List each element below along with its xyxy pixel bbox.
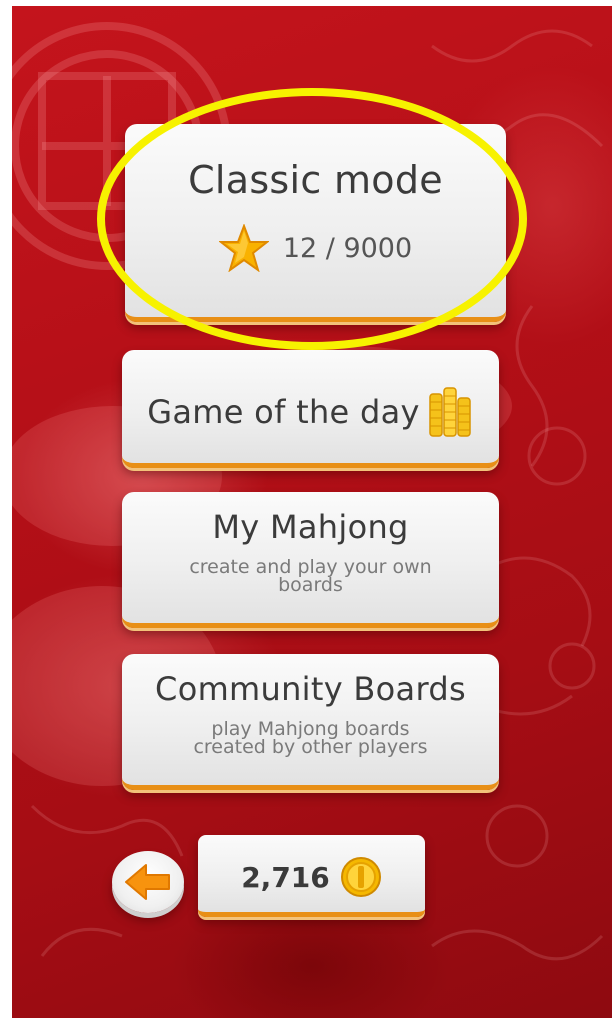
my-mahjong-subtitle-line2: boards	[278, 574, 343, 596]
back-button[interactable]	[112, 851, 184, 913]
menu-screen: Classic mode 12 / 9000 Game of the day M…	[12, 6, 612, 1018]
arrow-left-icon	[125, 864, 170, 900]
community-boards-subtitle-line2: created by other players	[193, 736, 428, 758]
game-of-the-day-button[interactable]: Game of the day	[122, 350, 499, 468]
community-boards-title: Community Boards	[155, 670, 466, 708]
star-icon	[218, 224, 269, 272]
coin-balance-text: 2,716	[241, 860, 330, 894]
my-mahjong-button[interactable]: My Mahjong create and play your own boar…	[122, 492, 499, 628]
my-mahjong-subtitle: create and play your own boards	[122, 558, 499, 596]
coin-balance-content: 2,716	[198, 856, 425, 898]
community-boards-button[interactable]: Community Boards play Mahjong boards cre…	[122, 654, 499, 790]
classic-progress-text: 12 / 9000	[282, 232, 413, 264]
my-mahjong-title: My Mahjong	[212, 508, 409, 546]
community-boards-subtitle: play Mahjong boards created by other pla…	[122, 720, 499, 758]
classic-mode-title: Classic mode	[188, 158, 443, 202]
classic-mode-button[interactable]: Classic mode 12 / 9000	[125, 124, 506, 322]
classic-progress: 12 / 9000	[125, 224, 506, 272]
coin-stack-icon	[429, 387, 471, 437]
coin-icon	[340, 857, 381, 897]
coin-balance: 2,716	[198, 835, 425, 917]
game-of-the-day-content: Game of the day	[122, 386, 499, 438]
game-of-the-day-title: Game of the day	[147, 393, 420, 431]
